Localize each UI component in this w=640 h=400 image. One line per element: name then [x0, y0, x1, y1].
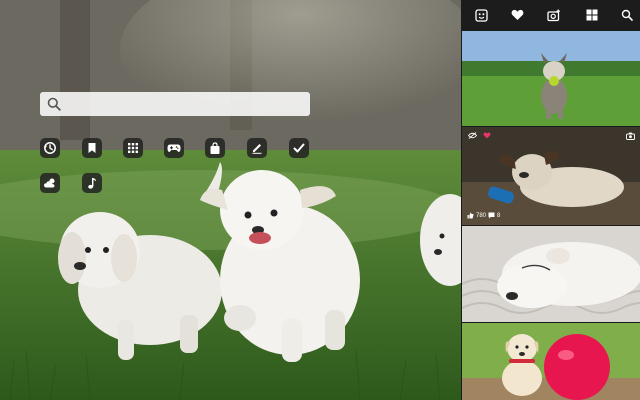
search-bar[interactable] [40, 92, 310, 116]
comments-count: 8 [488, 212, 500, 219]
gallery-toolbar [461, 0, 640, 31]
search-input[interactable] [66, 95, 302, 113]
gamepad-icon [167, 144, 181, 152]
dog-face-icon [474, 8, 488, 22]
shortcut-notes[interactable] [247, 138, 267, 158]
thumbnail-puppy-with-ball[interactable] [462, 31, 640, 126]
search-icon [47, 97, 61, 111]
likes-count: 780 [467, 212, 486, 219]
shortcut-history[interactable] [40, 138, 60, 158]
eye-off-icon [468, 132, 477, 139]
history-icon [44, 142, 56, 154]
favorites-button[interactable] [509, 7, 525, 23]
gallery-home-button[interactable] [473, 7, 489, 23]
shortcut-bookmarks[interactable] [82, 138, 102, 158]
shortcut-music[interactable] [82, 173, 102, 193]
shortcut-shopping[interactable] [205, 138, 225, 158]
shortcut-games[interactable] [164, 138, 184, 158]
grid-view-button[interactable] [584, 7, 600, 23]
shortcut-weather[interactable] [40, 173, 60, 193]
like-toggle[interactable] [483, 132, 491, 139]
checkmark-icon [293, 143, 305, 153]
gallery-panel: 780 8 [461, 0, 640, 400]
shopping-bag-icon [210, 141, 220, 154]
heart-icon [511, 9, 523, 20]
add-photo-icon [547, 9, 560, 21]
weather-icon [44, 178, 55, 188]
thumbnail-puppy-lying-with-toy[interactable]: 780 8 [462, 127, 640, 225]
music-note-icon [88, 177, 96, 189]
add-photo-button[interactable] [546, 7, 562, 23]
heart-icon [483, 132, 491, 139]
comments-count-value: 8 [497, 212, 501, 219]
likes-count-value: 780 [476, 212, 487, 219]
thumbs-up-icon [467, 212, 474, 219]
background-wallpaper [0, 0, 461, 400]
hide-toggle[interactable] [468, 132, 477, 139]
thumbnail-sleeping-puppy[interactable] [462, 226, 640, 322]
shortcut-apps[interactable] [123, 138, 143, 158]
grid-icon [586, 9, 598, 21]
search-icon [621, 9, 633, 21]
thumbnail-puppy-with-balloon[interactable] [462, 323, 640, 400]
camera-icon [626, 132, 635, 140]
comment-icon [488, 212, 495, 219]
gallery-search-button[interactable] [619, 7, 635, 23]
bookmark-icon [88, 143, 96, 153]
edit-icon [252, 144, 262, 154]
camera-button[interactable] [626, 132, 635, 140]
shortcut-tasks[interactable] [289, 138, 309, 158]
apps-grid-icon [128, 143, 138, 153]
